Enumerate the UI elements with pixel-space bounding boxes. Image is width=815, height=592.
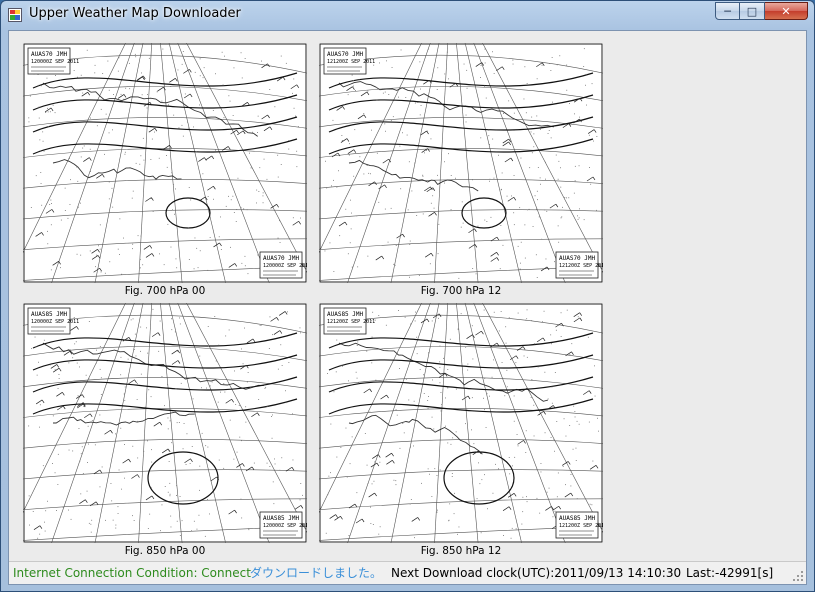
next-download-clock: Next Download clock(UTC):2011/09/13 14:1… (391, 566, 682, 580)
map-caption: Fig. 850 hPa 00 (124, 545, 206, 557)
maximize-button[interactable]: □ (740, 2, 765, 20)
window-title: Upper Weather Map Downloader (29, 6, 241, 21)
map-caption: Fig. 850 hPa 12 (420, 545, 502, 557)
map-caption: Fig. 700 hPa 12 (420, 285, 502, 297)
minimize-button[interactable]: ─ (715, 2, 740, 20)
caption-buttons: ─ □ ✕ (715, 2, 808, 20)
weather-map-image: AUAS85 JMH 121200Z SEP 2011 AUAS85 JMH 1212… (319, 303, 603, 543)
map-timestamp-label: 121200Z SEP 2011 (559, 523, 603, 529)
close-button[interactable]: ✕ (765, 2, 808, 20)
map-header-label: AUAS70 JMH (559, 255, 596, 262)
chart-graphic: AUAS70 JMH120000Z SEP 2011AUAS70 JMH1200… (23, 43, 307, 283)
title-bar[interactable]: Upper Weather Map Downloader ─ □ ✕ (1, 1, 814, 29)
app-window: Upper Weather Map Downloader ─ □ ✕ AUAS7… (0, 0, 815, 592)
map-timestamp-label: 121200Z SEP 2011 (559, 263, 603, 269)
resize-grip-icon[interactable] (792, 570, 804, 582)
map-header-label: AUAS70 JMH (263, 255, 300, 262)
map-header-label: AUAS85 JMH (327, 311, 364, 318)
connection-status: Internet Connection Condition: Connect (13, 566, 251, 580)
map-header-label: AUAS70 JMH (327, 51, 364, 58)
map-timestamp-label: 120000Z SEP 2011 (31, 319, 79, 325)
map-timestamp-label: 121200Z SEP 2011 (327, 59, 375, 65)
minimize-icon: ─ (724, 4, 731, 18)
map-timestamp-label: 120000Z SEP 2011 (31, 59, 79, 65)
map-timestamp-label: 120000Z SEP 2011 (263, 263, 307, 269)
client-area: AUAS70 JMH 120000Z SEP 2011 AUAS70 JMH 1200… (8, 30, 807, 585)
app-icon (8, 8, 22, 22)
close-icon: ✕ (781, 4, 791, 18)
chart-graphic: AUAS70 JMH121200Z SEP 2011AUAS70 JMH1212… (319, 43, 603, 283)
weather-map-image: AUAS70 JMH 121200Z SEP 2011 AUAS70 JMH 1212… (319, 43, 603, 283)
map-timestamp-label: 121200Z SEP 2011 (327, 319, 375, 325)
map-timestamp-label: 120000Z SEP 2011 (263, 523, 307, 529)
maximize-icon: □ (746, 4, 758, 18)
weather-map-image: AUAS85 JMH 120000Z SEP 2011 AUAS85 JMH 1200… (23, 303, 307, 543)
status-bar: Internet Connection Condition: Connect ダ… (9, 561, 806, 584)
weather-map-image: AUAS70 JMH 120000Z SEP 2011 AUAS70 JMH 1200… (23, 43, 307, 283)
map-header-label: AUAS85 JMH (31, 311, 68, 318)
chart-graphic: AUAS85 JMH120000Z SEP 2011AUAS85 JMH1200… (23, 303, 307, 543)
download-message: ダウンロードしました。 (250, 566, 383, 580)
map-header-label: AUAS85 JMH (263, 515, 300, 522)
map-header-label: AUAS85 JMH (559, 515, 596, 522)
map-caption: Fig. 700 hPa 00 (124, 285, 206, 297)
last-download-elapsed: Last:-42991[s] (686, 566, 774, 580)
map-header-label: AUAS70 JMH (31, 51, 68, 58)
chart-graphic: AUAS85 JMH121200Z SEP 2011AUAS85 JMH1212… (319, 303, 603, 543)
